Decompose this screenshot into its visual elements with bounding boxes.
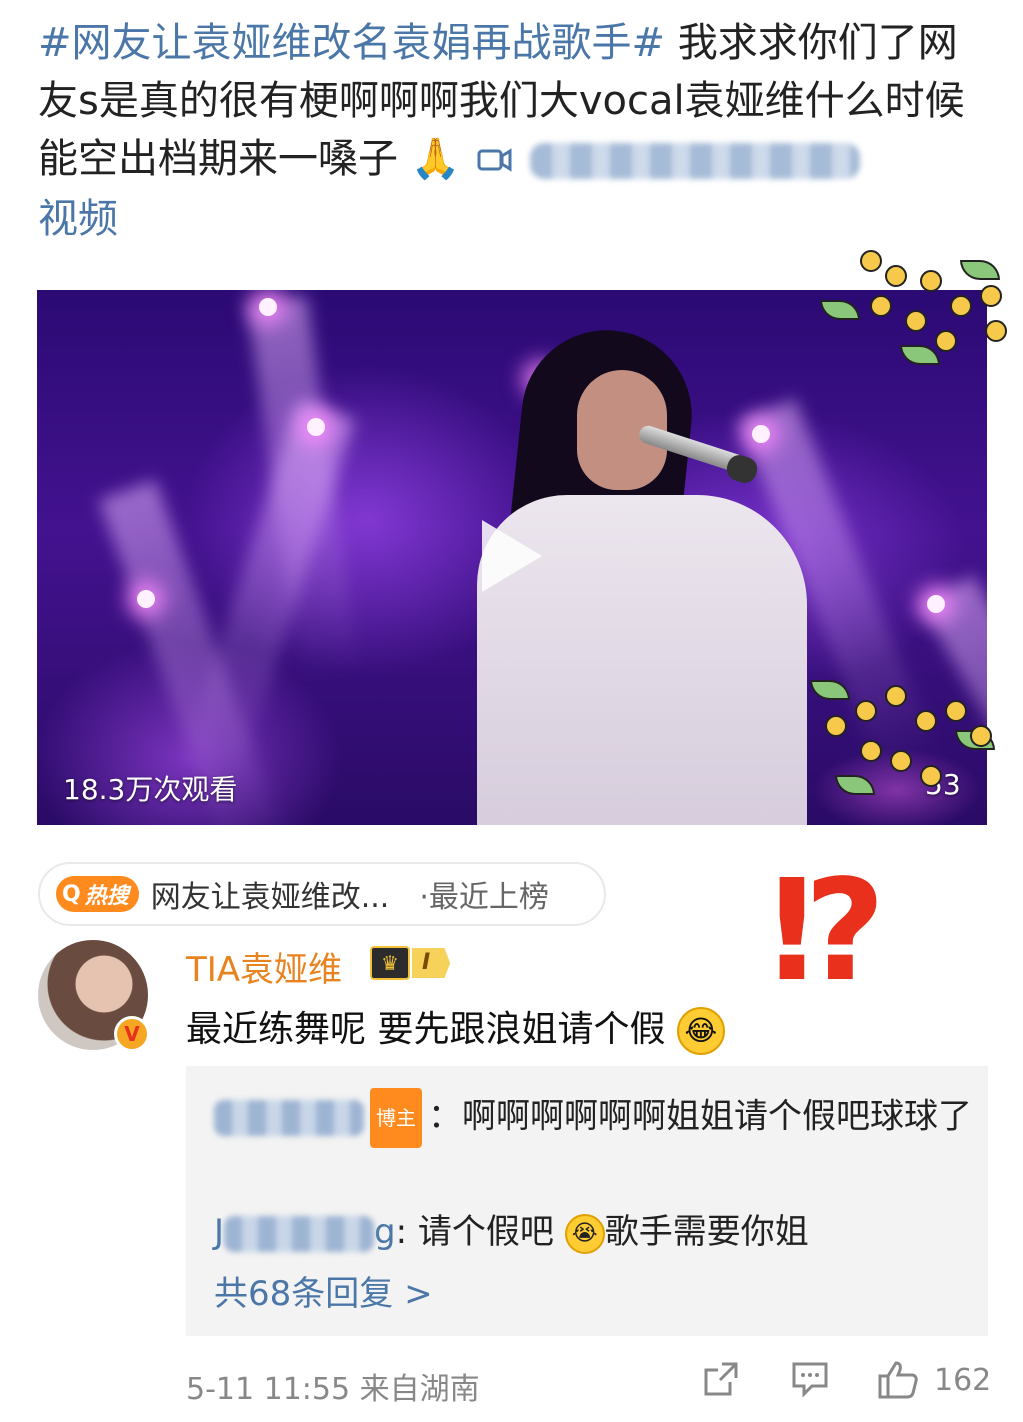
stage-spotlight xyxy=(927,595,945,613)
stage-spotlight xyxy=(752,425,770,443)
redacted-reply-username xyxy=(214,1100,364,1136)
flower-sticker xyxy=(805,670,1015,810)
commenter-username[interactable]: TIA袁娅维 xyxy=(186,942,342,991)
video-view-count: 18.3万次观看 xyxy=(63,773,238,806)
poster-badge: 博主 xyxy=(370,1088,422,1148)
thumbs-up-icon xyxy=(878,1361,918,1399)
play-icon[interactable] xyxy=(482,520,542,592)
reply-username-suffix[interactable]: g xyxy=(374,1212,396,1252)
reply-text-continued: 歌手需要你姐 xyxy=(604,1212,809,1252)
search-icon: Q xyxy=(62,881,81,907)
comment-icon xyxy=(792,1362,828,1398)
comment-timestamp: 5-11 11:55 xyxy=(186,1372,351,1407)
reply-text: ：啊啊啊啊啊啊姐姐请个假吧球球了 xyxy=(428,1096,972,1137)
redacted-link-text xyxy=(529,143,860,179)
hot-search-badge: Q 热搜 xyxy=(56,876,139,912)
hot-search-tag[interactable]: Q 热搜 网友让袁娅维改... ·最近上榜 xyxy=(38,862,606,926)
exclamation-question-sticker: ⁉ xyxy=(770,850,887,1013)
post-hashtag[interactable]: #网友让袁娅维改名袁娟再战歌手# xyxy=(38,20,665,66)
crown-icon: ♛ xyxy=(370,946,410,980)
comment-button[interactable] xyxy=(790,1360,830,1398)
hot-search-title: 网友让袁娅维改... xyxy=(150,880,390,915)
flower-sticker xyxy=(810,240,1020,380)
member-level: I xyxy=(412,948,451,978)
replies-box[interactable]: 博主 ：啊啊啊啊啊啊姐姐请个假吧球球了 Jg: 请个假吧 😭 歌手需要你姐 共68条… xyxy=(186,1066,988,1336)
comment-meta: 5-11 11:55 来自湖南 xyxy=(186,1364,480,1408)
stage-spotlight xyxy=(307,418,325,436)
like-button[interactable]: 162 xyxy=(876,1360,991,1400)
share-icon xyxy=(704,1362,738,1396)
post-text: #网友让袁娅维改名袁娟再战歌手# 我求求你们了网友s是真的很有梗啊啊啊我们大vo… xyxy=(38,14,988,248)
hot-search-status: ·最近上榜 xyxy=(419,880,549,915)
laughing-tears-emoji: 😂 xyxy=(676,1007,725,1055)
reply-username-prefix[interactable]: J xyxy=(214,1212,224,1252)
verified-badge-icon: V xyxy=(114,1016,150,1052)
comment-location: 来自湖南 xyxy=(359,1372,480,1407)
video-camera-icon[interactable] xyxy=(477,132,513,190)
redacted-reply-username xyxy=(224,1215,375,1252)
share-button[interactable] xyxy=(702,1360,740,1398)
pray-emoji: 🙏 xyxy=(410,136,461,182)
like-count: 162 xyxy=(934,1362,992,1398)
crying-emoji: 😭 xyxy=(564,1213,605,1254)
comment-text: 最近练舞呢 要先跟浪姐请个假 😂 xyxy=(186,1000,725,1055)
hot-search-label: 热搜 xyxy=(84,884,129,909)
reply-item: Jg: 请个假吧 😭 歌手需要你姐 xyxy=(214,1204,809,1254)
stage-spotlight xyxy=(137,590,155,608)
reply-text: : 请个假吧 xyxy=(395,1212,554,1252)
member-level-badge: ♛ I xyxy=(370,946,451,980)
stage-spotlight xyxy=(259,298,277,316)
comment-body: 最近练舞呢 要先跟浪姐请个假 xyxy=(186,1009,666,1050)
video-link[interactable]: 视频 xyxy=(38,196,118,242)
reply-item: 博主 ：啊啊啊啊啊啊姐姐请个假吧球球了 xyxy=(214,1088,974,1148)
view-all-replies-link[interactable]: 共68条回复 > xyxy=(214,1266,433,1315)
